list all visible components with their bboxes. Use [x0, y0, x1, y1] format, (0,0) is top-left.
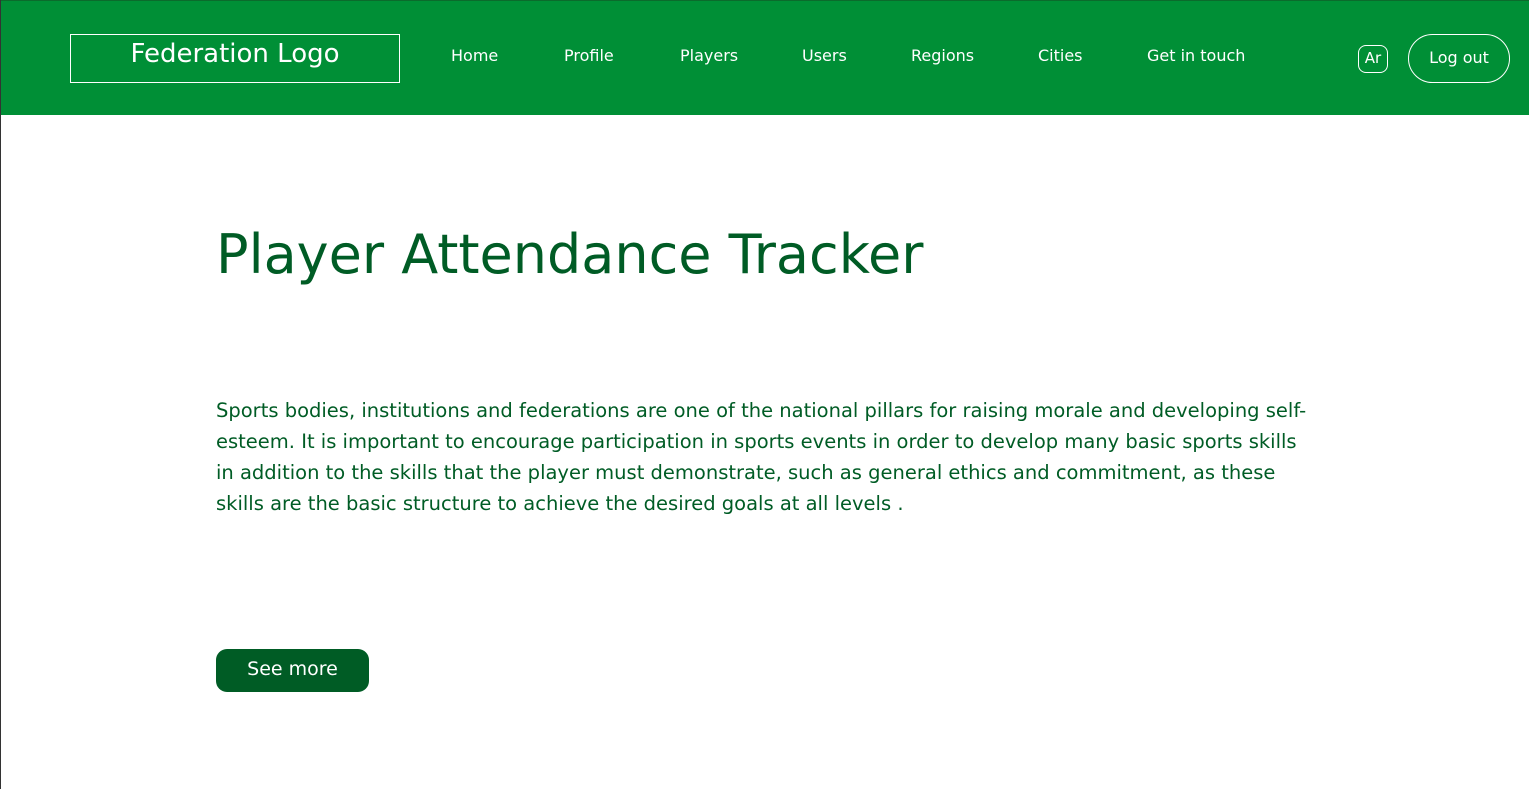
hero-description: Sports bodies, institutions and federati…: [216, 399, 1307, 515]
nav-item-players[interactable]: Players: [680, 45, 738, 67]
federation-logo[interactable]: Federation Logo: [70, 34, 400, 83]
see-more-button[interactable]: See more: [216, 649, 369, 692]
top-navbar: Federation Logo Home Profile Players Use…: [1, 0, 1529, 115]
nav-item-profile[interactable]: Profile: [564, 45, 614, 67]
language-toggle-button[interactable]: Ar: [1358, 45, 1388, 73]
nav-item-users[interactable]: Users: [802, 45, 847, 67]
logout-button[interactable]: Log out: [1408, 34, 1510, 83]
page-title: Player Attendance Tracker: [216, 223, 924, 286]
nav-item-regions[interactable]: Regions: [911, 45, 974, 67]
nav-item-cities[interactable]: Cities: [1038, 45, 1083, 67]
nav-item-get-in-touch[interactable]: Get in touch: [1147, 45, 1245, 67]
nav-item-home[interactable]: Home: [451, 45, 498, 67]
